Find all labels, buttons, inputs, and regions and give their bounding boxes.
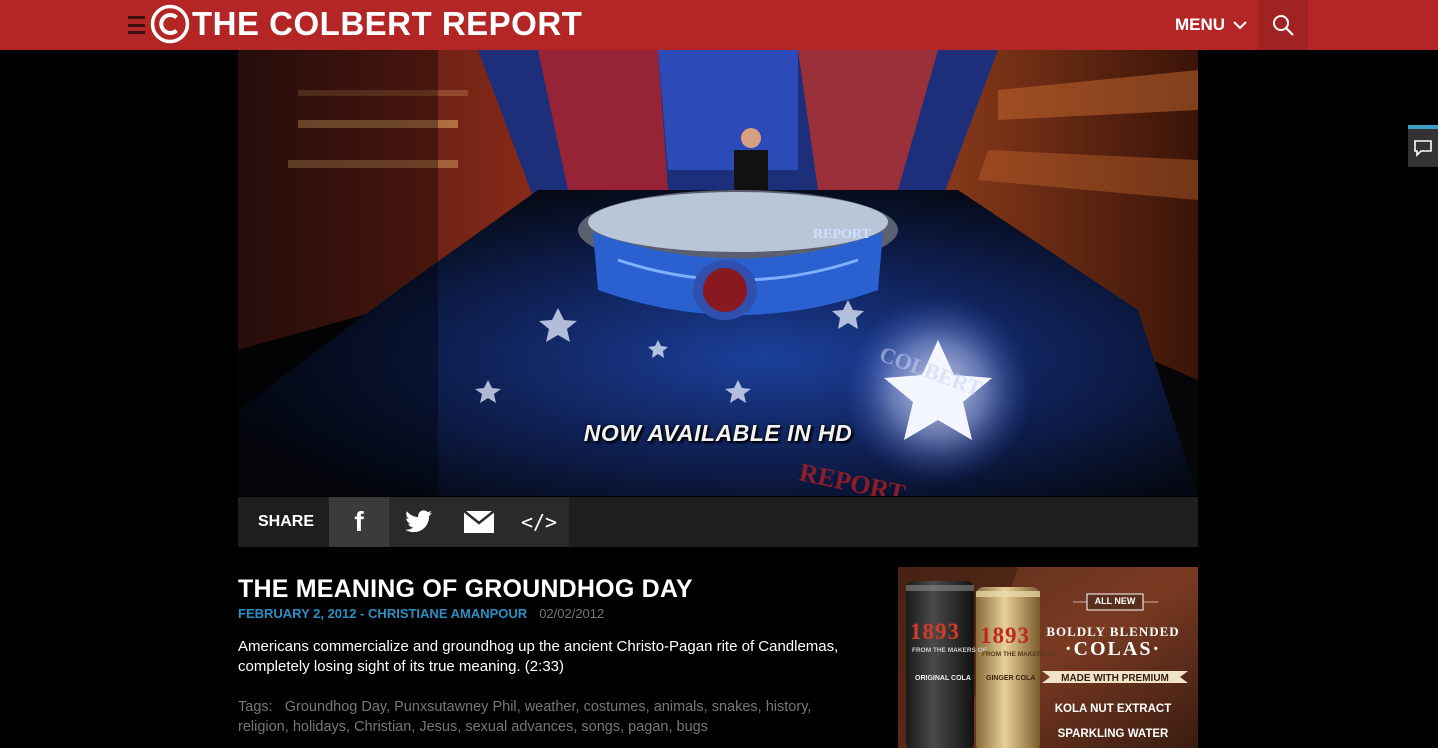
- twitter-icon: [405, 510, 432, 533]
- twitter-share-button[interactable]: [389, 497, 449, 547]
- menu-label: MENU: [1175, 15, 1226, 34]
- envelope-icon: [464, 511, 494, 533]
- tag-link[interactable]: Christian: [354, 719, 411, 735]
- tag-link[interactable]: songs: [581, 719, 620, 735]
- feedback-tab[interactable]: [1408, 125, 1438, 167]
- tag-link[interactable]: weather: [525, 699, 576, 715]
- tag-link[interactable]: Jesus: [419, 719, 457, 735]
- can-subtitle: FROM THE MAKERS OF: [912, 647, 987, 654]
- tag-link[interactable]: bugs: [677, 719, 708, 735]
- show-logo-text[interactable]: THE COLBERT REPORT: [192, 5, 582, 43]
- chevron-down-icon: [1233, 21, 1247, 30]
- video-caption: NOW AVAILABLE IN HD: [583, 420, 853, 446]
- desk-logo-text: REPORT: [813, 227, 872, 242]
- tag-link[interactable]: Punxsutawney Phil: [394, 699, 517, 715]
- share-label: SHARE: [258, 513, 315, 530]
- ad-line: SPARKLING WATER: [1057, 728, 1169, 740]
- share-bar: SHARE f </>: [238, 497, 1198, 547]
- can-brand-text: 1893: [910, 619, 960, 644]
- embed-icon: </>: [520, 510, 558, 534]
- can-label: ORIGINAL COLA: [915, 675, 971, 682]
- comment-icon: [1414, 140, 1432, 157]
- video-player[interactable]: REPORT COLBERT REPORT NOW AVAILABLE IN H…: [238, 50, 1198, 496]
- tag-link[interactable]: animals: [654, 699, 704, 715]
- facebook-icon: f: [354, 506, 364, 537]
- clip-title: THE MEANING OF GROUNDHOG DAY: [238, 575, 693, 603]
- search-icon: [1273, 15, 1294, 36]
- clip-meta: FEBRUARY 2, 2012 - CHRISTIANE AMANPOUR 02…: [238, 606, 604, 621]
- tag-list: Tags: Groundhog Day, Punxsutawney Phil, …: [238, 699, 812, 735]
- clip-description: Americans commercialize and groundhog up…: [238, 638, 839, 675]
- top-navigation-bar: THE COLBERT REPORT MENU: [0, 0, 1438, 50]
- tag-link[interactable]: pagan: [628, 719, 668, 735]
- search-button[interactable]: [1258, 0, 1308, 50]
- ad-badge: ALL NEW: [1094, 596, 1136, 606]
- embed-button[interactable]: </>: [509, 497, 569, 547]
- hamburger-icon[interactable]: [128, 16, 145, 34]
- ad-banner: MADE WITH PREMIUM: [1061, 673, 1169, 684]
- tag-link[interactable]: snakes: [712, 699, 758, 715]
- tag-link[interactable]: history: [766, 699, 808, 715]
- menu-button[interactable]: MENU: [1166, 0, 1256, 50]
- tags-label: Tags:: [238, 699, 273, 715]
- email-share-button[interactable]: [449, 497, 509, 547]
- can-brand-text: 1893: [980, 623, 1030, 648]
- tag-link[interactable]: holidays: [293, 719, 346, 735]
- air-date: 02/02/2012: [539, 606, 605, 621]
- episode-link[interactable]: FEBRUARY 2, 2012 - CHRISTIANE AMANPOUR: [238, 606, 527, 621]
- advertisement[interactable]: 1893 FROM THE MAKERS OF ORIGINAL COLA 18…: [898, 567, 1198, 748]
- tag-link[interactable]: Groundhog Day: [285, 699, 386, 715]
- facebook-share-button[interactable]: f: [329, 497, 389, 547]
- can-label: GINGER COLA: [986, 675, 1036, 682]
- comedy-central-logo-icon[interactable]: [150, 4, 190, 44]
- tag-link[interactable]: costumes: [584, 699, 646, 715]
- ad-line: KOLA NUT EXTRACT: [1054, 703, 1172, 715]
- tag-link[interactable]: sexual advances: [465, 719, 573, 735]
- tag-link[interactable]: religion: [238, 719, 285, 735]
- ad-headline-2: ·COLAS·: [1064, 638, 1162, 660]
